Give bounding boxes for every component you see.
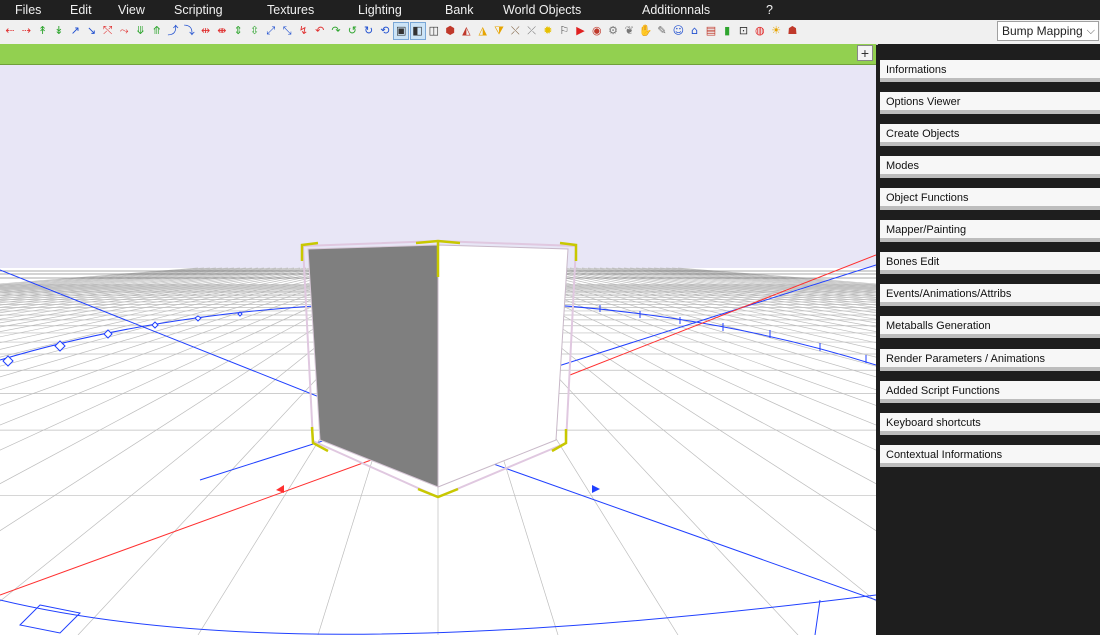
panel-modes[interactable]: Modes <box>880 156 1100 178</box>
arrow-right-icon[interactable]: ⇢ <box>19 23 33 39</box>
flag-icon[interactable]: ⚐ <box>557 23 571 39</box>
panel-events-animations-attribs[interactable]: Events/Animations/Attribs <box>880 284 1100 306</box>
sun-icon[interactable]: ☀ <box>769 23 783 39</box>
menu-edit[interactable]: Edit <box>70 3 92 17</box>
menu-scripting[interactable]: Scripting <box>174 3 223 17</box>
paint-bucket-icon[interactable]: ◉ <box>590 23 604 39</box>
camera-icon[interactable]: ⊡ <box>737 23 751 39</box>
render-mode-select[interactable]: Bump Mapping ⌵ <box>997 21 1099 41</box>
panel-added-script-functions[interactable]: Added Script Functions <box>880 381 1100 403</box>
panel-create-objects[interactable]: Create Objects <box>880 124 1100 146</box>
menu-files[interactable]: Files <box>15 3 41 17</box>
bottle-icon[interactable]: ▮ <box>720 23 734 39</box>
menu-lighting[interactable]: Lighting <box>358 3 402 17</box>
panel-options-viewer[interactable]: Options Viewer <box>880 92 1100 114</box>
panel-mapper-painting[interactable]: Mapper/Painting <box>880 220 1100 242</box>
cube-wire-icon[interactable]: ◫ <box>427 23 441 39</box>
tool-panel: Informations Options Viewer Create Objects… <box>878 44 1100 635</box>
viewport-header: + <box>0 44 876 65</box>
select-object-icon[interactable]: ▣ <box>393 22 410 40</box>
brush-icon[interactable]: ✎ <box>655 23 669 39</box>
bend-y-back-icon[interactable]: ↺ <box>345 23 359 39</box>
menu-help[interactable]: ? <box>766 3 773 17</box>
rotate-y-icon[interactable]: ⤋ <box>133 23 147 39</box>
scale-x-icon[interactable]: ⇹ <box>199 23 213 39</box>
robot-icon[interactable]: ☗ <box>785 23 799 39</box>
bend-z-back-icon[interactable]: ⟲ <box>378 23 392 39</box>
document-icon[interactable]: ▤ <box>704 23 718 39</box>
bend-y-icon[interactable]: ↷ <box>329 23 343 39</box>
rotate-x-icon[interactable]: ⤲ <box>101 23 115 39</box>
panel-metaballs-generation[interactable]: Metaballs Generation <box>880 316 1100 338</box>
rotate-y-back-icon[interactable]: ⤊ <box>150 23 164 39</box>
bend-x-icon[interactable]: ↯ <box>296 23 310 39</box>
light-bulb-icon[interactable]: ✹ <box>541 23 555 39</box>
panel-informations[interactable]: Informations <box>880 60 1100 82</box>
panel-render-parameters-animations[interactable]: Render Parameters / Animations <box>880 349 1100 371</box>
add-view-button[interactable]: + <box>857 45 873 61</box>
pyramid-icon[interactable]: ◮ <box>476 23 490 39</box>
tag-icon[interactable]: ⌂ <box>688 23 702 39</box>
menu-world-objects[interactable]: World Objects <box>503 3 581 17</box>
menu-additionnals[interactable]: Additionnals <box>642 3 710 17</box>
scale-y-down-icon[interactable]: ⇳ <box>248 23 262 39</box>
skeleton-icon[interactable]: ⤫ <box>525 23 539 39</box>
move-z-icon[interactable]: ↗ <box>68 23 82 39</box>
menu-bank[interactable]: Bank <box>445 3 474 17</box>
pyramid-inverted-icon[interactable]: ⧩ <box>492 23 506 39</box>
3d-viewport[interactable] <box>0 65 876 635</box>
cube-solid-icon[interactable]: ⬢ <box>443 23 457 39</box>
panel-contextual-informations[interactable]: Contextual Informations <box>880 445 1100 467</box>
brain-icon[interactable]: ❦ <box>622 23 636 39</box>
move-y-up-icon[interactable]: ↟ <box>36 23 50 39</box>
rotate-x-back-icon[interactable]: ⤳ <box>117 23 131 39</box>
bend-x-back-icon[interactable]: ↶ <box>313 23 327 39</box>
scale-y-icon[interactable]: ⇕ <box>231 23 245 39</box>
toolbar: ⇠ ⇢ ↟ ↡ ↗ ↘ ⤲ ⤳ ⤋ ⤊ ⤴ ⤵ ⇹ ⇼ ⇕ ⇳ ⤢ ⤡ ↯ ↶ ↷ ↺ ↻ ⟲ ▣ ◧ ◫ ⬢ ◭ ◮ ⧩ ⤬ ⤫ ✹ ⚐ ▶ ◉ ⚙ ❦ ✋… <box>0 20 1100 45</box>
viewport-sky <box>0 65 876 270</box>
cone-icon[interactable]: ◭ <box>459 23 473 39</box>
hand-icon[interactable]: ✋ <box>639 23 653 39</box>
play-icon[interactable]: ▶ <box>574 23 588 39</box>
scale-z-icon[interactable]: ⤢ <box>264 23 278 39</box>
panel-object-functions[interactable]: Object Functions <box>880 188 1100 210</box>
bone-icon[interactable]: ⤬ <box>508 23 522 39</box>
menu-view[interactable]: View <box>118 3 145 17</box>
rotate-z-back-icon[interactable]: ⤵ <box>182 23 196 39</box>
panel-bones-edit[interactable]: Bones Edit <box>880 252 1100 274</box>
rotate-z-icon[interactable]: ⤴ <box>166 23 180 39</box>
user-icon[interactable]: ☺ <box>671 23 685 39</box>
panel-keyboard-shortcuts[interactable]: Keyboard shortcuts <box>880 413 1100 435</box>
menu-bar: Files Edit View Scripting Textures Lighting Ba… <box>0 0 1100 20</box>
move-y-down-icon[interactable]: ↡ <box>52 23 66 39</box>
record-icon[interactable]: ◍ <box>753 23 767 39</box>
move-z-back-icon[interactable]: ↘ <box>85 23 99 39</box>
chevron-down-icon[interactable]: ⌵ <box>1087 22 1095 40</box>
arrow-left-icon[interactable]: ⇠ <box>3 23 17 39</box>
bend-z-icon[interactable]: ↻ <box>362 23 376 39</box>
render-mode-value: Bump Mapping <box>1002 24 1083 38</box>
scale-z-down-icon[interactable]: ⤡ <box>280 23 294 39</box>
select-faces-icon[interactable]: ◧ <box>409 22 426 40</box>
menu-textures[interactable]: Textures <box>267 3 314 17</box>
scale-x-down-icon[interactable]: ⇼ <box>215 23 229 39</box>
gear-icon[interactable]: ⚙ <box>606 23 620 39</box>
